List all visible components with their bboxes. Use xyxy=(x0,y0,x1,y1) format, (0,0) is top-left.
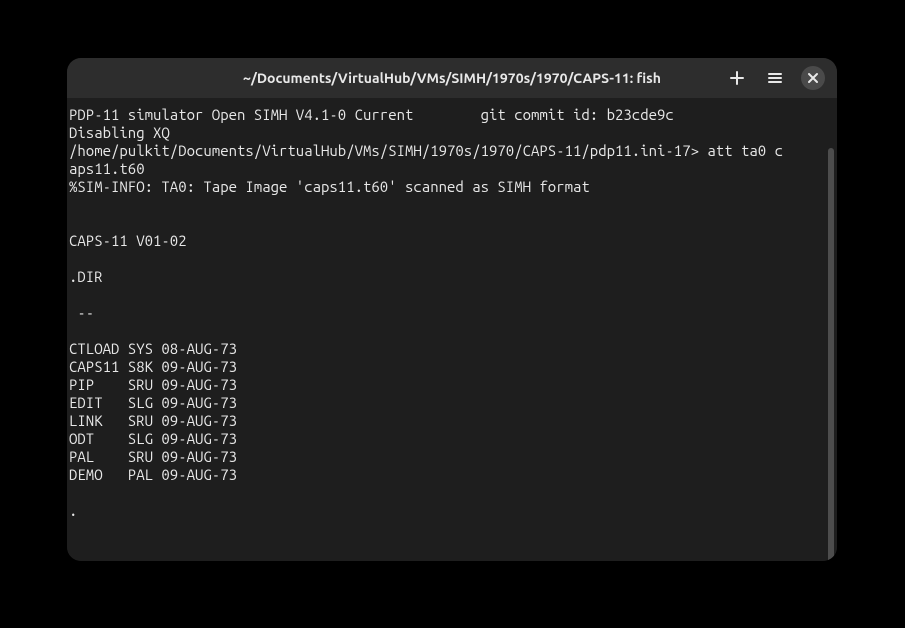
output-line: -- xyxy=(69,304,94,321)
hamburger-icon xyxy=(767,70,783,86)
output-line: CAPS-11 V01-02 xyxy=(69,232,187,249)
output-line: DEMO PAL 09-AUG-73 xyxy=(69,466,237,483)
output-line: PDP-11 simulator Open SIMH V4.1-0 Curren… xyxy=(69,106,674,123)
terminal-output: PDP-11 simulator Open SIMH V4.1-0 Curren… xyxy=(69,106,837,520)
output-line: LINK SRU 09-AUG-73 xyxy=(69,412,237,429)
terminal-body[interactable]: PDP-11 simulator Open SIMH V4.1-0 Curren… xyxy=(67,98,837,561)
output-line: .DIR xyxy=(69,268,103,285)
output-line: aps11.t60 xyxy=(69,160,145,177)
menu-button[interactable] xyxy=(763,66,787,90)
titlebar-controls xyxy=(725,66,825,90)
terminal-window: ~/Documents/VirtualHub/VMs/SIMH/1970s/19… xyxy=(67,58,837,561)
close-button[interactable] xyxy=(801,66,825,90)
output-line: PIP SRU 09-AUG-73 xyxy=(69,376,237,393)
output-line: EDIT SLG 09-AUG-73 xyxy=(69,394,237,411)
output-line: . xyxy=(69,502,77,519)
output-line: Disabling XQ xyxy=(69,124,170,141)
plus-icon xyxy=(729,70,745,86)
titlebar[interactable]: ~/Documents/VirtualHub/VMs/SIMH/1970s/19… xyxy=(67,58,837,98)
output-line: CTLOAD SYS 08-AUG-73 xyxy=(69,340,237,357)
output-line: /home/pulkit/Documents/VirtualHub/VMs/SI… xyxy=(69,142,783,159)
output-line: CAPS11 S8K 09-AUG-73 xyxy=(69,358,237,375)
scrollbar-thumb[interactable] xyxy=(828,148,834,561)
output-line: %SIM-INFO: TA0: Tape Image 'caps11.t60' … xyxy=(69,178,590,195)
output-line: PAL SRU 09-AUG-73 xyxy=(69,448,237,465)
new-tab-button[interactable] xyxy=(725,66,749,90)
window-title: ~/Documents/VirtualHub/VMs/SIMH/1970s/19… xyxy=(79,70,825,86)
close-icon xyxy=(807,72,819,84)
output-line: ODT SLG 09-AUG-73 xyxy=(69,430,237,447)
